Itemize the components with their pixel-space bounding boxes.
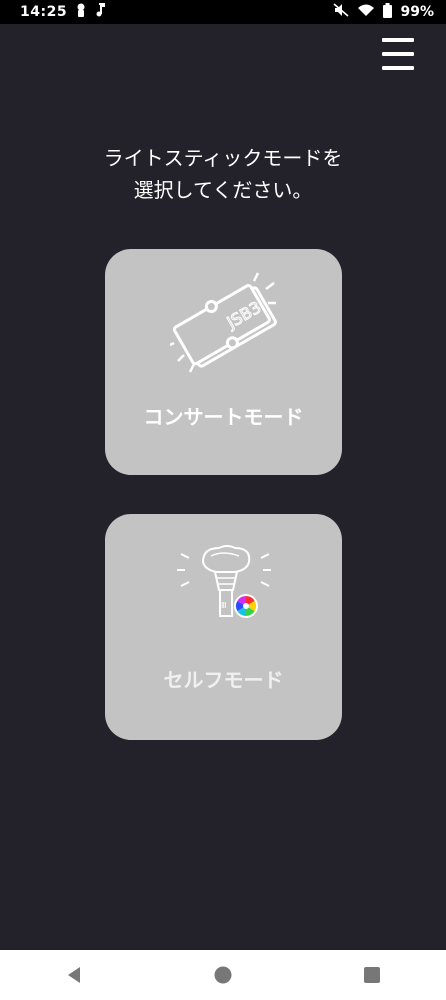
prompt-line-2: 選択してください。 bbox=[133, 178, 313, 202]
self-mode-button[interactable]: Ⅲ セルフモード bbox=[105, 514, 342, 740]
status-left: 14:25 bbox=[20, 3, 106, 21]
navigation-bar bbox=[0, 950, 446, 1000]
music-note-icon bbox=[95, 3, 106, 21]
person-icon bbox=[75, 3, 87, 21]
ticket-icon: JSB3 bbox=[170, 272, 277, 373]
status-time: 14:25 bbox=[20, 4, 68, 20]
concert-mode-label: コンサートモード bbox=[143, 405, 304, 429]
concert-mode-button[interactable]: JSB3 コンサートモード bbox=[105, 249, 342, 475]
self-mode-label: セルフモード bbox=[163, 668, 284, 692]
lightstick-icon: Ⅲ bbox=[177, 545, 271, 618]
hamburger-menu-icon[interactable] bbox=[378, 36, 418, 72]
mute-icon bbox=[333, 3, 350, 21]
battery-icon bbox=[383, 2, 393, 22]
recents-icon[interactable] bbox=[342, 950, 402, 1000]
svg-text:Ⅲ: Ⅲ bbox=[221, 601, 227, 610]
status-right: 99% bbox=[333, 2, 434, 22]
prompt-line-1: ライトスティックモードを bbox=[103, 146, 343, 170]
color-wheel-icon bbox=[234, 594, 258, 618]
wifi-icon bbox=[357, 3, 375, 21]
battery-percent: 99% bbox=[400, 4, 434, 20]
mode-prompt: ライトスティックモードを 選択してください。 bbox=[0, 142, 446, 206]
back-icon[interactable] bbox=[44, 950, 104, 1000]
status-bar: 14:25 99% bbox=[0, 0, 446, 24]
home-icon[interactable] bbox=[193, 950, 253, 1000]
